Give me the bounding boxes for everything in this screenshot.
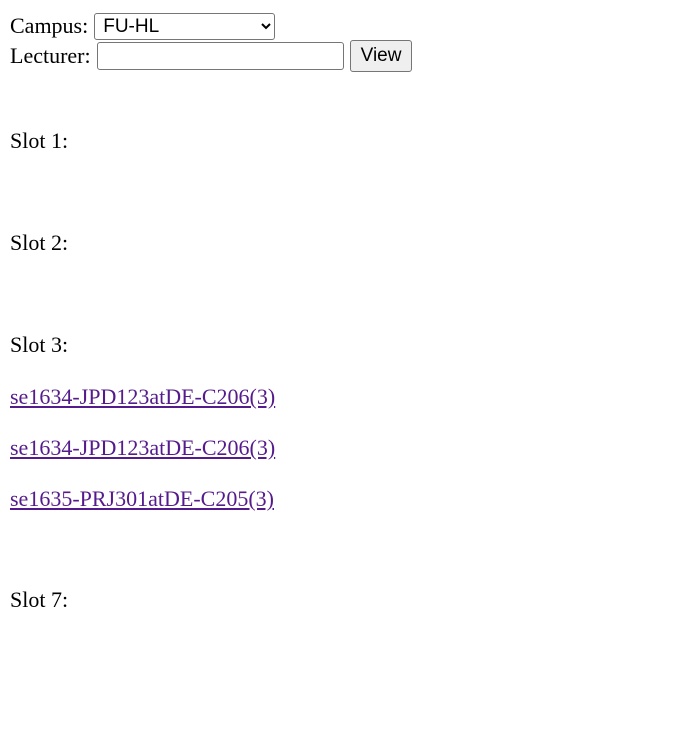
lecturer-label: Lecturer: (10, 43, 91, 68)
main-content: Campus: FU-HL Lecturer: View Slot 1: Slo… (10, 11, 686, 677)
slot-2: Slot 2: (10, 218, 686, 320)
campus-row: Campus: FU-HL (10, 11, 686, 41)
view-button[interactable]: View (349, 40, 413, 72)
page: { "form": { "campus_label": "Campus:", "… (0, 0, 696, 732)
lecturer-row: Lecturer: View (10, 40, 686, 72)
slot-title: Slot 2: (10, 230, 69, 255)
slot-title: Slot 1: (10, 128, 69, 153)
slot-1: Slot 1: (10, 116, 686, 218)
slot-3: Slot 3: se1634-JPD123atDE-C206(3) se1634… (10, 320, 686, 575)
campus-select[interactable]: FU-HL (94, 12, 276, 40)
class-link[interactable]: se1634-JPD123atDE-C206(3) (10, 371, 686, 422)
class-link[interactable]: se1634-JPD123atDE-C206(3) (10, 422, 686, 473)
lecturer-input[interactable] (96, 42, 344, 70)
slot-title: Slot 7: (10, 587, 69, 612)
slot-7: Slot 7: (10, 575, 686, 677)
slot-3-links: se1634-JPD123atDE-C206(3) se1634-JPD123a… (10, 371, 686, 524)
campus-label: Campus: (10, 13, 89, 38)
class-link[interactable]: se1635-PRJ301atDE-C205(3) (10, 473, 686, 524)
slot-title: Slot 3: (10, 332, 69, 357)
